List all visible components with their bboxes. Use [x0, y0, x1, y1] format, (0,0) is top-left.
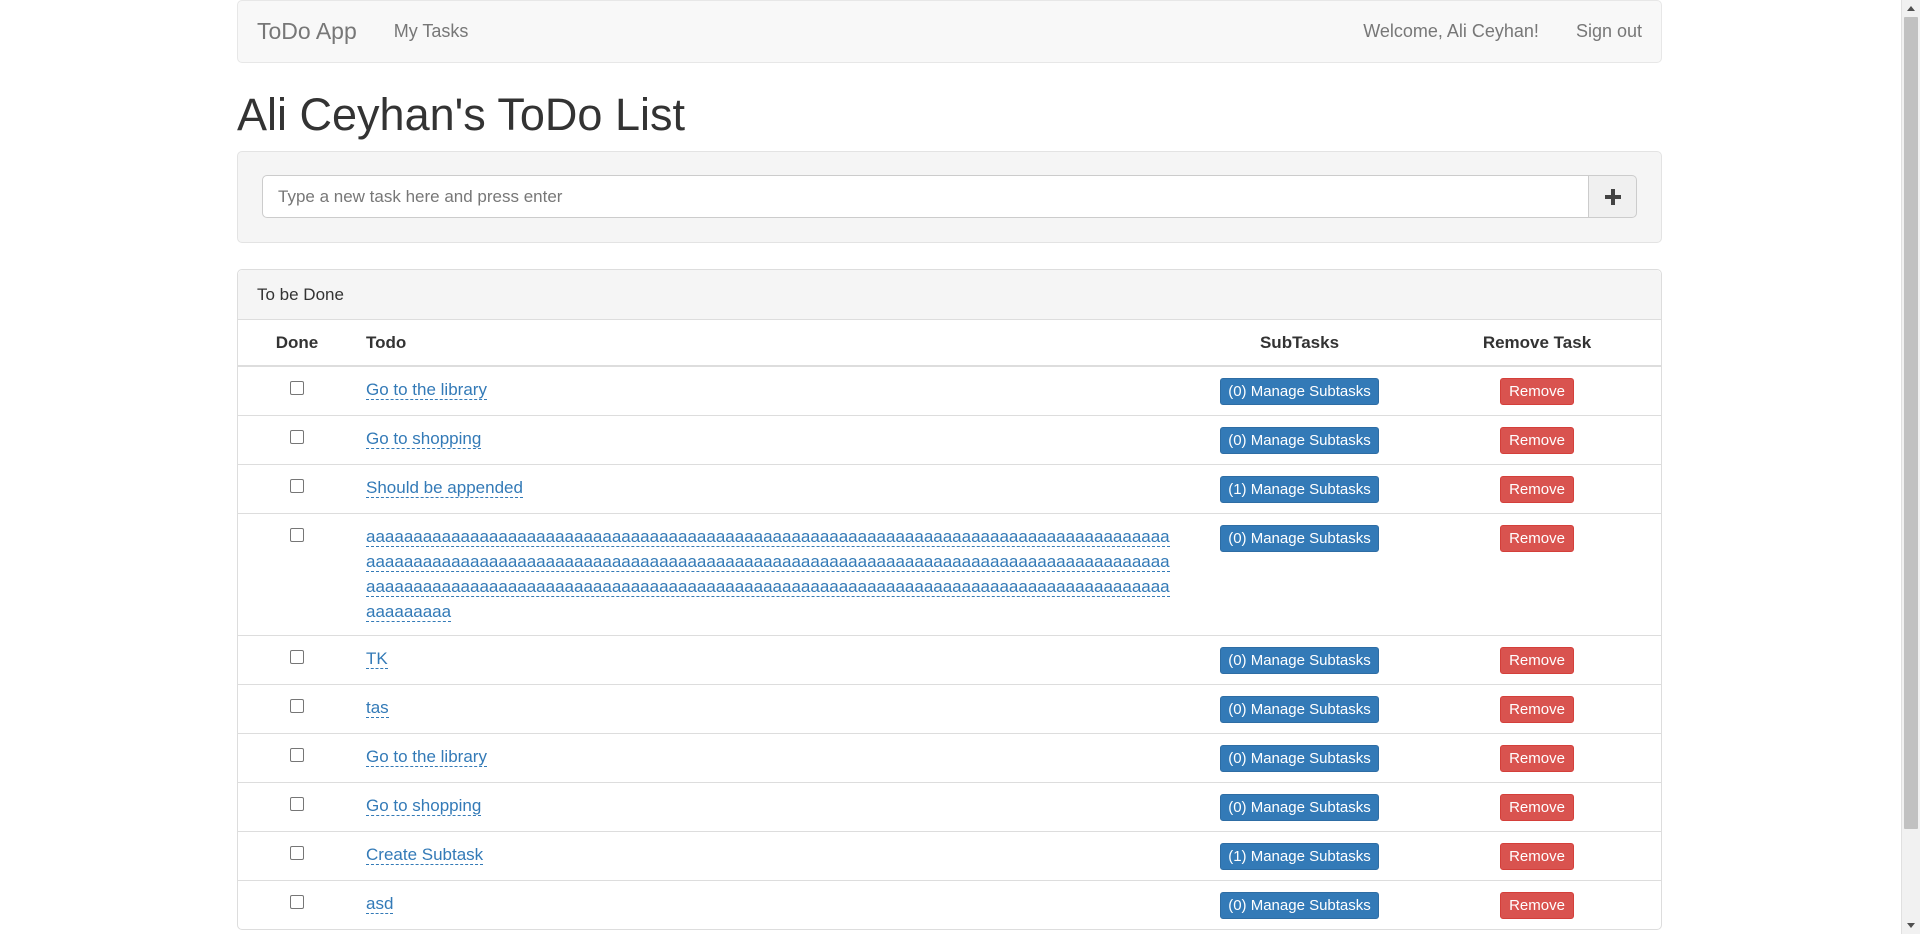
column-header-todo: Todo [356, 320, 1186, 367]
remove-button[interactable]: Remove [1500, 475, 1574, 503]
table-row: Create Subtask (1) Manage Subtasks Remov… [238, 830, 1661, 880]
todo-text[interactable]: Should be appended [366, 477, 523, 498]
done-checkbox[interactable] [290, 894, 304, 909]
manage-subtasks-button[interactable]: (0) Manage Subtasks [1220, 646, 1379, 674]
manage-subtasks-button[interactable]: (0) Manage Subtasks [1220, 524, 1379, 552]
brand-link[interactable]: ToDo App [257, 18, 357, 45]
column-header-subtasks: SubTasks [1186, 320, 1413, 367]
done-checkbox[interactable] [290, 649, 304, 664]
manage-subtasks-button[interactable]: (0) Manage Subtasks [1220, 378, 1379, 405]
remove-button[interactable]: Remove [1500, 426, 1574, 454]
remove-button[interactable]: Remove [1500, 646, 1574, 674]
navbar-right: Welcome, Ali Ceyhan! Sign out [1363, 21, 1642, 42]
todo-text[interactable]: Create Subtask [366, 844, 484, 865]
done-checkbox[interactable] [290, 527, 304, 542]
manage-subtasks-button[interactable]: (1) Manage Subtasks [1220, 842, 1379, 870]
todo-text[interactable]: Go to shopping [366, 428, 482, 449]
remove-button[interactable]: Remove [1500, 744, 1574, 772]
done-checkbox[interactable] [290, 845, 304, 860]
done-checkbox[interactable] [290, 698, 304, 713]
done-checkbox[interactable] [290, 747, 304, 762]
column-header-remove: Remove Task [1413, 320, 1661, 367]
new-task-form [237, 151, 1662, 243]
table-row: tas (0) Manage Subtasks Remove [238, 683, 1661, 733]
todo-text[interactable]: Go to the library [366, 746, 487, 767]
table-row: Should be appended (1) Manage Subtasks R… [238, 463, 1661, 513]
manage-subtasks-button[interactable]: (0) Manage Subtasks [1220, 426, 1379, 454]
todo-text[interactable]: TK [366, 648, 388, 669]
welcome-text: Welcome, Ali Ceyhan! [1363, 21, 1539, 41]
remove-button[interactable]: Remove [1500, 842, 1574, 870]
table-row: TK (0) Manage Subtasks Remove [238, 634, 1661, 684]
sign-out-link[interactable]: Sign out [1576, 21, 1642, 42]
todo-text[interactable]: tas [366, 697, 389, 718]
done-checkbox[interactable] [290, 429, 304, 444]
todo-text[interactable]: aaaaaaaaaaaaaaaaaaaaaaaaaaaaaaaaaaaaaaaa… [366, 526, 1170, 622]
nav-my-tasks[interactable]: My Tasks [394, 21, 469, 42]
table-row: Go to the library (0) Manage Subtasks Re… [238, 365, 1661, 415]
remove-button[interactable]: Remove [1500, 695, 1574, 723]
vertical-scrollbar[interactable] [1901, 0, 1920, 934]
todo-text[interactable]: asd [366, 893, 394, 914]
column-header-done: Done [238, 320, 356, 367]
todo-text[interactable]: Go to the library [366, 380, 487, 400]
remove-button[interactable]: Remove [1500, 891, 1574, 919]
table-row: Go to shopping (0) Manage Subtasks Remov… [238, 781, 1661, 831]
manage-subtasks-button[interactable]: (0) Manage Subtasks [1220, 695, 1379, 723]
remove-button[interactable]: Remove [1500, 524, 1574, 552]
panel-heading: To be Done [238, 270, 1661, 320]
page: ToDo App My Tasks Welcome, Ali Ceyhan! S… [0, 0, 1920, 934]
done-checkbox[interactable] [290, 381, 304, 395]
todo-panel: To be Done Done Todo SubTasks Remove Tas… [237, 269, 1662, 930]
todo-table: Done Todo SubTasks Remove Task Go to the… [238, 320, 1661, 929]
plus-icon [1604, 188, 1621, 205]
scroll-up-arrow-icon[interactable] [1902, 0, 1920, 17]
table-row: Go to the library (0) Manage Subtasks Re… [238, 732, 1661, 782]
manage-subtasks-button[interactable]: (1) Manage Subtasks [1220, 475, 1379, 503]
scrollbar-thumb[interactable] [1904, 17, 1918, 829]
page-title: Ali Ceyhan's ToDo List [237, 89, 685, 140]
todo-text[interactable]: Go to shopping [366, 795, 482, 816]
scroll-down-arrow-icon[interactable] [1902, 917, 1920, 934]
manage-subtasks-button[interactable]: (0) Manage Subtasks [1220, 744, 1379, 772]
table-row: Go to shopping (0) Manage Subtasks Remov… [238, 414, 1661, 464]
table-header-row: Done Todo SubTasks Remove Task [238, 320, 1661, 367]
remove-button[interactable]: Remove [1500, 793, 1574, 821]
done-checkbox[interactable] [290, 478, 304, 493]
done-checkbox[interactable] [290, 796, 304, 811]
table-row: asd (0) Manage Subtasks Remove [238, 879, 1661, 929]
navbar: ToDo App My Tasks Welcome, Ali Ceyhan! S… [237, 0, 1662, 63]
new-task-input[interactable] [262, 175, 1589, 218]
manage-subtasks-button[interactable]: (0) Manage Subtasks [1220, 793, 1379, 821]
table-row: aaaaaaaaaaaaaaaaaaaaaaaaaaaaaaaaaaaaaaaa… [238, 512, 1661, 635]
remove-button[interactable]: Remove [1500, 378, 1574, 405]
manage-subtasks-button[interactable]: (0) Manage Subtasks [1220, 891, 1379, 919]
main-container: ToDo App My Tasks Welcome, Ali Ceyhan! S… [237, 0, 1662, 930]
add-task-button[interactable] [1589, 175, 1637, 218]
